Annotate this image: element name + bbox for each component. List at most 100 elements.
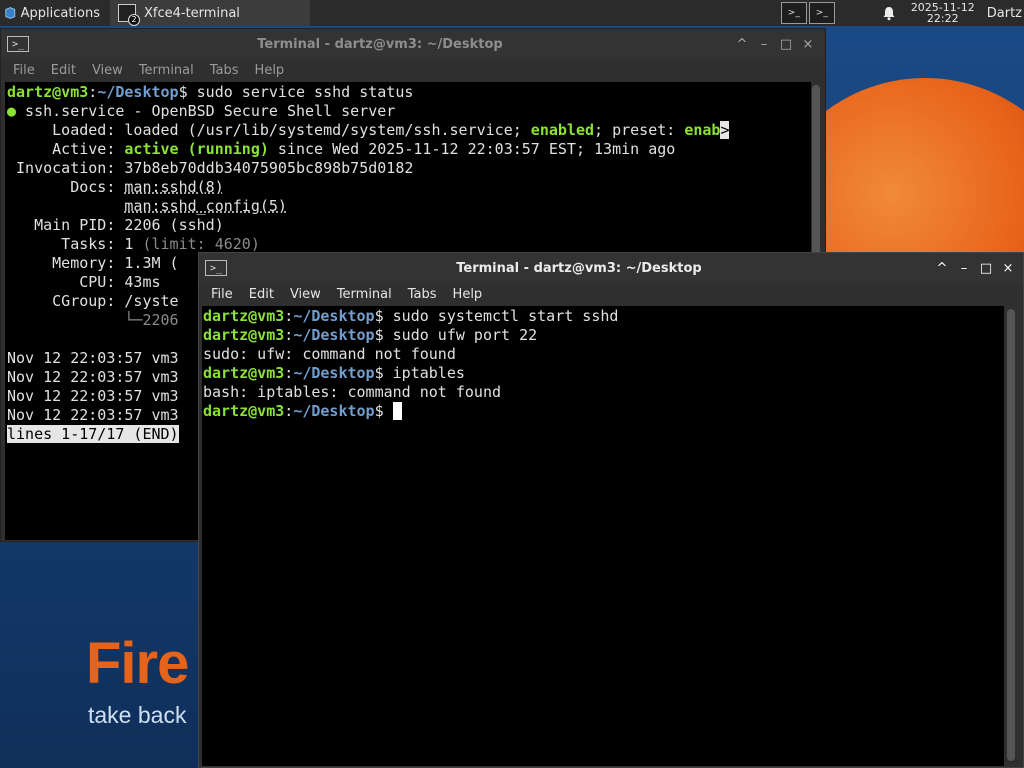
menu-view[interactable]: View: [84, 63, 131, 78]
terminal-text: Invocation: 37b8eb70ddb34075905bc898b75d…: [7, 159, 414, 177]
terminal-text: Loaded: loaded (/usr/lib/systemd/system/…: [7, 121, 531, 139]
menu-edit[interactable]: Edit: [43, 63, 84, 78]
terminal-line: man:sshd_config(5): [7, 197, 809, 216]
taskbar-item-terminal[interactable]: 2 Xfce4-terminal: [110, 0, 310, 26]
top-panel: Applications 2 Xfce4-terminal >_ >_ 2025…: [0, 0, 1024, 26]
terminal-line: Loaded: loaded (/usr/lib/systemd/system/…: [7, 121, 809, 140]
terminal-text: ~/Desktop: [293, 326, 375, 344]
menu-edit[interactable]: Edit: [241, 287, 282, 302]
terminal-text: >: [720, 121, 730, 139]
terminal-text: sudo: ufw: command not found: [203, 345, 456, 363]
terminal-text: man:sshd_config(5): [124, 197, 287, 215]
terminal-text: Nov 12 22:03:57 vm3: [7, 349, 179, 367]
terminal-line: sudo: ufw: command not found: [203, 345, 1003, 364]
scrollbar[interactable]: [1007, 309, 1015, 761]
shade-button[interactable]: ^: [931, 261, 953, 276]
terminal-text: enab: [684, 121, 721, 139]
workspace-1-terminal-icon[interactable]: >_: [780, 2, 807, 24]
terminal-text: ●: [7, 102, 17, 120]
window-count-badge: 2: [128, 14, 140, 26]
window-titlebar[interactable]: >_ Terminal - dartz@vm3: ~/Desktop ^ – □…: [1, 29, 825, 59]
workspace-switcher[interactable]: >_ >_: [780, 2, 837, 24]
terminal-text: :: [284, 307, 294, 325]
terminal-line: ● ssh.service - OpenBSD Secure Shell ser…: [7, 102, 809, 121]
terminal-output[interactable]: dartz@vm3:~/Desktop$ sudo systemctl star…: [202, 306, 1004, 766]
terminal-text: $ sudo service sshd status: [178, 83, 414, 101]
terminal-line: dartz@vm3:~/Desktop$: [203, 402, 1003, 421]
terminal-line: Active: active (running) since Wed 2025-…: [7, 140, 809, 159]
window-titlebar[interactable]: >_ Terminal - dartz@vm3: ~/Desktop ^ – □…: [199, 253, 1023, 283]
terminal-text: ~/Desktop: [293, 307, 375, 325]
terminal-text: dartz@vm3: [203, 326, 285, 344]
terminal-text: :: [284, 402, 294, 420]
taskbar-item-label: Xfce4-terminal: [144, 5, 240, 21]
terminal-text: :: [284, 364, 294, 382]
terminal-text: active (running): [124, 140, 269, 158]
terminal-window-icon: >_: [7, 36, 29, 52]
terminal-line: dartz@vm3:~/Desktop$ sudo systemctl star…: [203, 307, 1003, 326]
applications-menu-button[interactable]: Applications: [0, 0, 104, 26]
menu-tabs[interactable]: Tabs: [202, 63, 247, 78]
maximize-button[interactable]: □: [975, 261, 997, 276]
terminal-line: dartz@vm3:~/Desktop$ sudo ufw port 22: [203, 326, 1003, 345]
terminal-menubar: File Edit View Terminal Tabs Help: [1, 59, 825, 81]
terminal-text: (limit: 4620): [142, 235, 260, 253]
terminal-line: Main PID: 2206 (sshd): [7, 216, 809, 235]
terminal-text: ~/Desktop: [97, 83, 179, 101]
window-title: Terminal - dartz@vm3: ~/Desktop: [257, 36, 503, 52]
menu-help[interactable]: Help: [445, 287, 491, 302]
terminal-text: CGroup: /syste: [7, 292, 179, 310]
terminal-text: Nov 12 22:03:57 vm3: [7, 406, 179, 424]
terminal-text: Nov 12 22:03:57 vm3: [7, 368, 179, 386]
terminal-text: since Wed 2025-11-12 22:03:57 EST; 13min…: [268, 140, 676, 158]
menu-terminal[interactable]: Terminal: [329, 287, 400, 302]
terminal-text: ssh.service - OpenBSD Secure Shell serve…: [16, 102, 396, 120]
terminal-text: Main PID: 2206 (sshd): [7, 216, 224, 234]
menu-help[interactable]: Help: [247, 63, 293, 78]
terminal-text: └─: [124, 311, 143, 329]
close-button[interactable]: ×: [997, 261, 1019, 276]
terminal-text: Memory: 1.3M (: [7, 254, 179, 272]
menu-file[interactable]: File: [5, 63, 43, 78]
minimize-button[interactable]: –: [753, 37, 775, 52]
firefox-logo-text: Fire: [86, 631, 189, 696]
terminal-icon: 2: [118, 4, 140, 26]
clock-time: 22:22: [926, 12, 959, 25]
terminal-window-front[interactable]: >_ Terminal - dartz@vm3: ~/Desktop ^ – □…: [198, 252, 1024, 768]
terminal-text: $ sudo systemctl start sshd: [374, 307, 619, 325]
workspace-2-terminal-icon[interactable]: >_: [808, 2, 835, 24]
terminal-text: bash: iptables: command not found: [203, 383, 502, 401]
terminal-text: Tasks: 1: [7, 235, 143, 253]
terminal-text: CPU: 43ms: [7, 273, 161, 291]
shade-button[interactable]: ^: [731, 37, 753, 52]
terminal-cursor: [392, 402, 402, 420]
terminal-text: 2206: [142, 311, 179, 329]
notification-bell-icon[interactable]: [881, 5, 897, 21]
terminal-text: ~/Desktop: [293, 402, 375, 420]
terminal-text: lines 1-17/17 (END): [7, 425, 179, 443]
menu-tabs[interactable]: Tabs: [400, 287, 445, 302]
menu-file[interactable]: File: [203, 287, 241, 302]
window-title: Terminal - dartz@vm3: ~/Desktop: [456, 260, 702, 276]
close-button[interactable]: ×: [797, 37, 819, 52]
clock[interactable]: 2025-11-12 22:22: [911, 2, 975, 24]
terminal-line: Invocation: 37b8eb70ddb34075905bc898b75d…: [7, 159, 809, 178]
terminal-menubar: File Edit View Terminal Tabs Help: [199, 283, 1023, 305]
terminal-text: $ iptables: [374, 364, 465, 382]
maximize-button[interactable]: □: [775, 37, 797, 52]
terminal-text: Active:: [7, 140, 125, 158]
menu-terminal[interactable]: Terminal: [131, 63, 202, 78]
terminal-text: ; preset:: [594, 121, 685, 139]
terminal-text: dartz@vm3: [203, 364, 285, 382]
terminal-text: :: [88, 83, 98, 101]
terminal-text: dartz@vm3: [203, 402, 285, 420]
terminal-text: $ sudo ufw port 22: [374, 326, 538, 344]
xfce-menu-icon: [5, 7, 16, 19]
menu-view[interactable]: View: [282, 287, 329, 302]
terminal-line: dartz@vm3:~/Desktop$ iptables: [203, 364, 1003, 383]
minimize-button[interactable]: –: [953, 261, 975, 276]
terminal-text: $: [374, 402, 393, 420]
terminal-text: :: [284, 326, 294, 344]
user-menu[interactable]: Dartz: [987, 6, 1022, 21]
